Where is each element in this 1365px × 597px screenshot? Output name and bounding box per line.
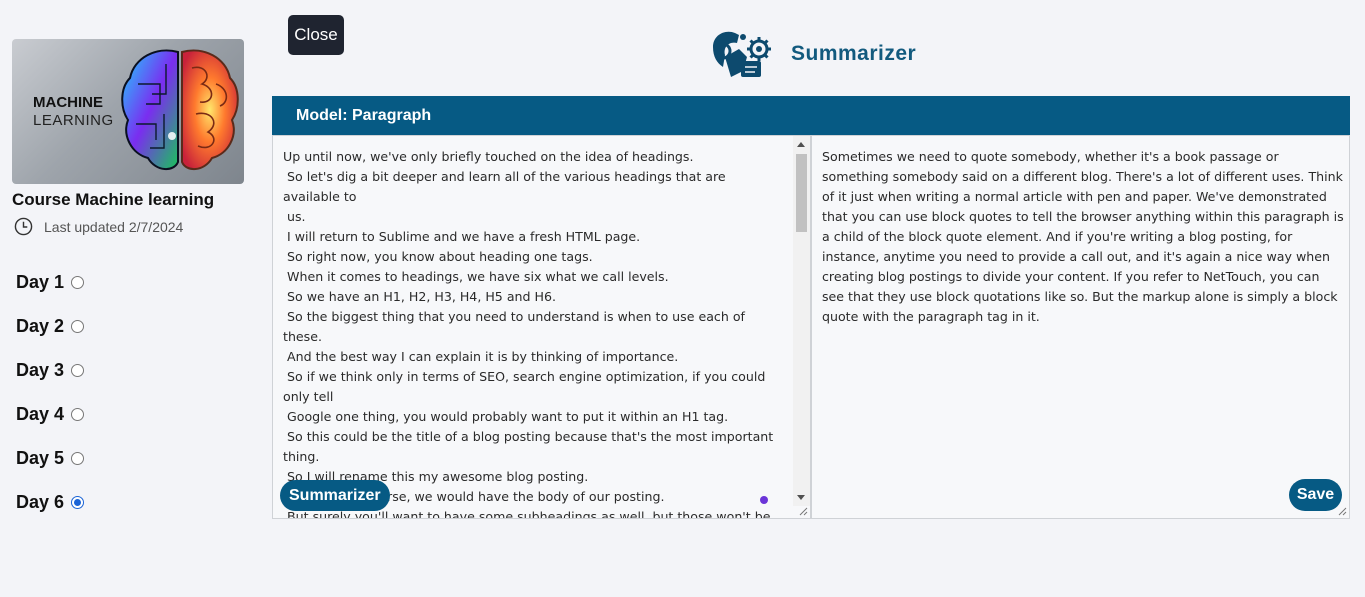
day-1-option[interactable]: Day 1 [16, 272, 85, 293]
course-image-line2: LEARNING [33, 112, 114, 129]
sidebar: MACHINE LEARNING Course Machine learning… [0, 0, 258, 597]
close-button[interactable]: Close [288, 15, 344, 55]
course-image: MACHINE LEARNING [12, 39, 244, 184]
summarize-button[interactable]: Summarizer [280, 480, 390, 511]
day-3-option[interactable]: Day 3 [16, 360, 85, 381]
course-image-line1: MACHINE [33, 94, 103, 111]
day-6-option[interactable]: Day 6 [16, 492, 85, 513]
scroll-down-arrow-icon[interactable] [797, 495, 805, 500]
course-title: Course Machine learning [12, 190, 215, 209]
day-3-radio[interactable] [71, 364, 85, 377]
output-textarea[interactable]: Sometimes we need to quote somebody, whe… [811, 135, 1350, 519]
day-5-radio[interactable] [71, 452, 85, 465]
input-text[interactable]: Up until now, we've only briefly touched… [283, 147, 785, 518]
day-label: Day 6 [16, 492, 65, 512]
day-label: Day 1 [16, 272, 65, 292]
day-2-radio[interactable] [71, 320, 85, 333]
last-updated-text: Last updated 2/7/2024 [44, 218, 184, 235]
resize-handle-icon[interactable] [1337, 506, 1347, 516]
course-image-caption: MACHINE LEARNING [33, 94, 114, 130]
day-5-option[interactable]: Day 5 [16, 448, 85, 469]
day-label: Day 5 [16, 448, 65, 468]
brain-image [121, 49, 239, 170]
last-updated: Last updated 2/7/2024 [14, 217, 183, 236]
day-label: Day 2 [16, 316, 65, 336]
output-text[interactable]: Sometimes we need to quote somebody, whe… [822, 147, 1344, 327]
day-6-radio[interactable] [71, 496, 85, 509]
input-scrollbar[interactable] [793, 136, 810, 506]
day-1-radio[interactable] [71, 276, 85, 289]
scroll-thumb[interactable] [796, 154, 807, 232]
day-4-option[interactable]: Day 4 [16, 404, 85, 425]
resize-handle-icon[interactable] [798, 506, 808, 516]
day-label: Day 3 [16, 360, 65, 380]
robot-gear-logo [713, 31, 771, 77]
model-header: Model: Paragraph [272, 96, 1350, 135]
day-2-option[interactable]: Day 2 [16, 316, 85, 337]
status-dot [760, 496, 768, 504]
day-label: Day 4 [16, 404, 65, 424]
day-4-radio[interactable] [71, 408, 85, 421]
input-textarea[interactable]: Up until now, we've only briefly touched… [272, 135, 811, 519]
clock-icon [14, 217, 33, 236]
app-title: Summarizer [791, 42, 917, 65]
save-button[interactable]: Save [1289, 479, 1342, 511]
scroll-up-arrow-icon[interactable] [797, 142, 805, 147]
